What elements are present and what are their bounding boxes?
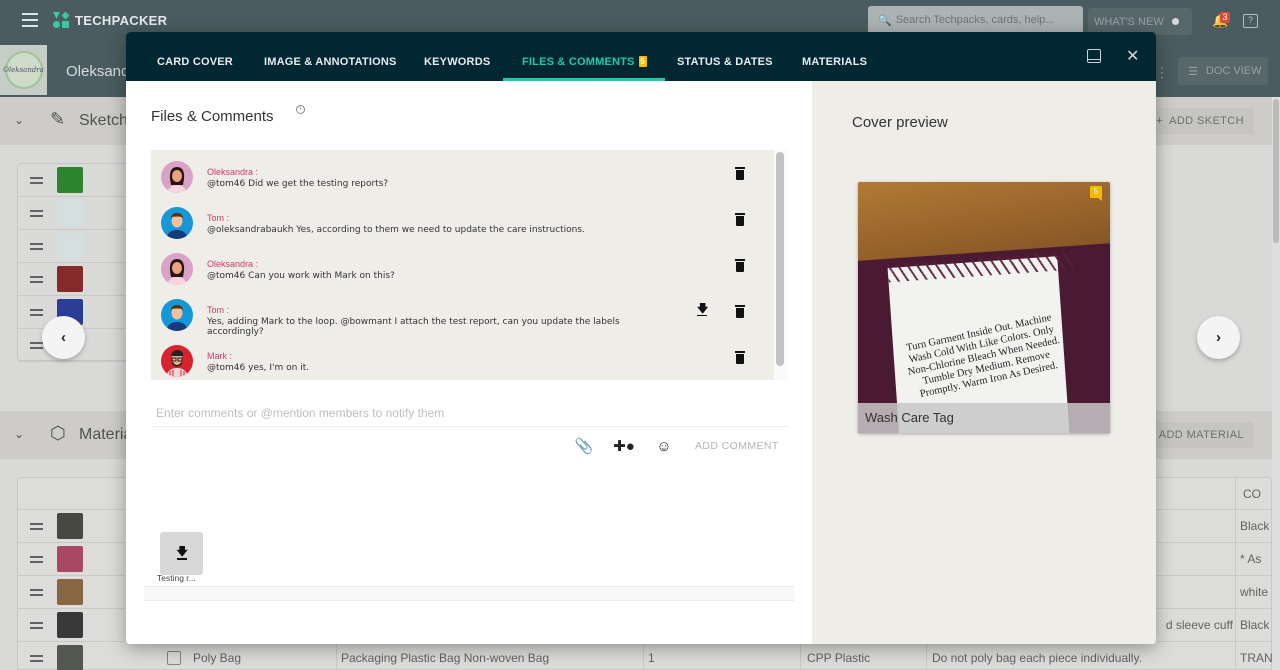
comment-author: Oleksandra : [207, 167, 259, 177]
cover-preview-title: Cover preview [852, 114, 948, 131]
attachment-name: Testing r... [157, 573, 196, 583]
tab-keywords[interactable]: KEYWORDS [424, 32, 490, 81]
tab-label: FILES & COMMENTS [522, 56, 635, 68]
attach-file-icon[interactable]: 📎 [575, 437, 594, 455]
comment-input[interactable] [151, 399, 787, 427]
comment-author: Oleksandra : [207, 259, 259, 269]
tab-label: STATUS & DATES [677, 56, 773, 68]
comment-text: @oleksandrabaukh Yes, according to them … [207, 225, 585, 235]
comments-scrollbar[interactable] [776, 152, 784, 366]
trash-icon[interactable] [735, 167, 745, 180]
tab-materials[interactable]: MATERIALS [802, 32, 867, 81]
trash-icon[interactable] [735, 259, 745, 272]
info-icon[interactable]: i [296, 105, 305, 114]
tab-status-dates[interactable]: STATUS & DATES [677, 32, 773, 81]
comment-item: Oleksandra : @tom46 Can you work with Ma… [161, 253, 771, 293]
trash-icon[interactable] [735, 305, 745, 318]
avatar-mark [161, 345, 193, 377]
add-comment-button[interactable]: ADD COMMENT [695, 440, 779, 452]
comment-text: @tom46 yes, I'm on it. [207, 363, 310, 373]
avatar-oleksandra [161, 253, 193, 285]
trash-icon[interactable] [735, 351, 745, 364]
tab-image-annotations[interactable]: IMAGE & ANNOTATIONS [264, 32, 397, 81]
comment-text: @tom46 Can you work with Mark on this? [207, 271, 395, 281]
tab-card-cover[interactable]: CARD COVER [157, 32, 233, 81]
files-comments-title: Files & Comments [151, 108, 274, 125]
close-icon[interactable]: ✕ [1126, 46, 1139, 66]
cover-preview-card[interactable]: Turn Garment Inside Out. Machine Wash Co… [858, 182, 1110, 433]
comment-count-badge: 5 [638, 56, 647, 67]
comment-count-badge: 5 [1090, 186, 1102, 201]
tab-label: MATERIALS [802, 56, 868, 68]
avatar-oleksandra [161, 161, 193, 193]
tab-files-comments[interactable]: FILES & COMMENTS 5 [503, 32, 665, 81]
attachment-tile[interactable]: 🡇 [160, 532, 203, 575]
comment-item: Tom : Yes, adding Mark to the loop. @bow… [161, 299, 771, 339]
files-comments-pane: Files & Comments i Oleksandra : @tom46 D… [126, 81, 812, 644]
attachments-strip [144, 586, 794, 601]
comment-text: Yes, adding Mark to the loop. @bowmant I… [207, 317, 620, 337]
cover-preview-pane: Cover preview Turn Garment Inside Out. M… [812, 81, 1156, 644]
tab-label: KEYWORDS [424, 56, 491, 68]
tab-label: IMAGE & ANNOTATIONS [264, 56, 397, 68]
comments-list: Oleksandra : @tom46 Did we get the testi… [151, 150, 788, 380]
cover-caption: Wash Care Tag [858, 403, 1110, 433]
download-icon: 🡇 [176, 545, 188, 560]
comment-item: Tom : @oleksandrabaukh Yes, according to… [161, 207, 771, 247]
emoji-icon[interactable]: ☺ [655, 437, 673, 455]
comment-author: Mark : [207, 351, 233, 361]
card-detail-modal: CARD COVER IMAGE & ANNOTATIONS KEYWORDS … [126, 32, 1156, 644]
add-member-icon[interactable]: ✚● [613, 437, 635, 455]
dock-panel-icon[interactable] [1087, 49, 1101, 63]
avatar-tom [161, 207, 193, 239]
comment-author: Tom : [207, 213, 230, 223]
comment-text: @tom46 Did we get the testing reports? [207, 179, 389, 189]
tab-label: CARD COVER [157, 56, 233, 68]
avatar-tom [161, 299, 193, 331]
modal-tab-bar: CARD COVER IMAGE & ANNOTATIONS KEYWORDS … [126, 32, 1156, 81]
comment-item: Oleksandra : @tom46 Did we get the testi… [161, 161, 771, 201]
trash-icon[interactable] [735, 213, 745, 226]
comment-author: Tom : [207, 305, 230, 315]
comment-item: Mark : @tom46 yes, I'm on it. [161, 345, 771, 385]
download-icon[interactable]: 🡇 [697, 304, 708, 317]
